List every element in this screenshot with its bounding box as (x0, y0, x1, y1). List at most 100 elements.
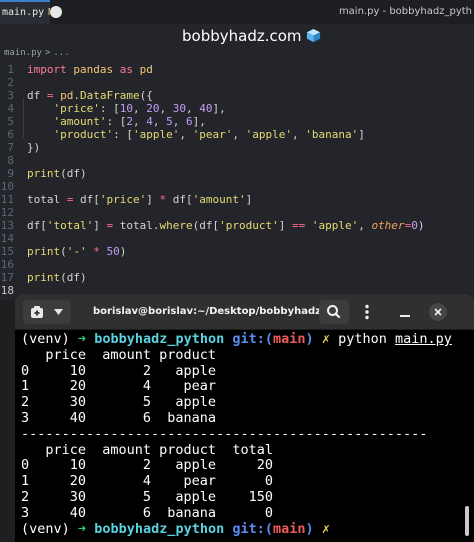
command: python (338, 331, 387, 347)
code-line-15[interactable]: print('-' * 50) (27, 245, 126, 258)
code-line-6[interactable]: 'product': ['apple', 'pear', 'apple', 'b… (27, 128, 365, 141)
minimize-button[interactable] (393, 300, 417, 324)
kebab-menu-icon (365, 304, 369, 320)
string: 'amount' (192, 193, 246, 206)
prompt-arrow-icon: ➜ (77, 331, 87, 347)
function-name: print (27, 167, 61, 180)
string: 'apple' (311, 219, 359, 232)
line-number: 6 (7, 128, 14, 141)
output-row: 3 40 6 banana (21, 409, 217, 426)
prompt-directory: bobbyhadz_python (94, 520, 225, 537)
breadcrumb[interactable]: main.py >... (4, 48, 70, 58)
menu-button[interactable] (353, 300, 381, 324)
operator: == (291, 219, 306, 232)
code-line-13[interactable]: df['total'] = total.where(df['product'] … (27, 219, 424, 232)
output-row: 1 20 4 pear (21, 378, 217, 395)
variable: total (27, 193, 61, 206)
number: 0 (411, 219, 418, 232)
code-text: df[ (80, 193, 100, 206)
terminal-window[interactable]: borislav@borislav:~/Desktop/bobbyhadz_..… (15, 294, 474, 542)
code-text: ] (278, 219, 292, 232)
output-row: 2 30 5 apple (21, 394, 217, 411)
code-text: ) (119, 245, 127, 258)
breadcrumb-separator: > (44, 48, 51, 58)
git-label-close: ) (305, 331, 314, 347)
tab-close-dot-icon[interactable] (50, 6, 62, 18)
breadcrumb-file[interactable]: main.py (4, 48, 42, 58)
operator: = (40, 89, 61, 102)
string: 'total' (46, 219, 94, 232)
window-title: main.py - bobbyhadz_pyth (338, 6, 472, 17)
tab-main-py[interactable]: main.pyM (0, 0, 50, 24)
number: 50 (106, 245, 120, 258)
code-text: total. (113, 219, 160, 232)
punctuation: : [ (106, 115, 127, 128)
output-separator: ----------------------------------------… (21, 425, 428, 442)
string: 'amount' (53, 115, 107, 128)
line-number: 3 (7, 89, 14, 102)
module-alias: pd (139, 63, 153, 76)
close-button[interactable] (429, 303, 447, 321)
string: 'product' (53, 128, 114, 141)
code-text: df[ (166, 193, 193, 206)
string: 'price' (53, 102, 100, 115)
number: 4 (146, 115, 153, 128)
code-line-9[interactable]: print(df) (27, 167, 87, 180)
number: 40 (199, 102, 213, 115)
new-tab-button[interactable] (23, 300, 71, 324)
dirty-marker-icon: ✗ (321, 520, 330, 537)
code-editor: main.pyM main.py - bobbyhadz_pyth main.p… (0, 0, 474, 300)
operator: * (86, 245, 107, 258)
code-text: ] (93, 219, 107, 232)
keyword-argument: other (371, 219, 405, 232)
indent-guide (23, 98, 24, 138)
code-line-11[interactable]: total = df['price'] * df['amount'] (27, 193, 252, 206)
search-icon (327, 305, 341, 319)
code-text: ( (60, 245, 67, 258)
number: 20 (146, 102, 160, 115)
number: 5 (166, 115, 173, 128)
prompt-line: (venv) ➜ bobbyhadz_python git:(main) ✗ (21, 520, 461, 538)
output-header: price amount product total (21, 441, 273, 458)
number: 6 (185, 115, 193, 128)
line-number: 13 (0, 219, 14, 232)
terminal-header-bar[interactable]: borislav@borislav:~/Desktop/bobbyhadz_..… (15, 294, 474, 330)
git-branch: main (273, 520, 306, 537)
line-number: 14 (0, 232, 14, 245)
string: 'pear' (192, 128, 233, 141)
punctuation: : [ (113, 128, 133, 141)
string: 'banana' (305, 128, 359, 141)
argument: (df) (60, 167, 87, 180)
punctuation: : [ (99, 102, 120, 115)
code-text: ] (245, 193, 253, 206)
git-branch: main (273, 331, 306, 347)
line-number: 12 (0, 206, 14, 219)
line-number: 5 (7, 115, 14, 128)
output-header: price amount product (21, 346, 217, 363)
code-line-4[interactable]: 'price': [10, 20, 30, 40], (27, 102, 226, 115)
terminal-scrollbar[interactable] (465, 506, 469, 536)
breadcrumb-trail[interactable]: ... (53, 48, 69, 58)
code-text: (df[ (192, 219, 220, 232)
function-name: where (159, 219, 193, 232)
line-number: 2 (7, 76, 14, 89)
terminal-output[interactable]: (venv) ➜ bobbyhadz_python git:(main) ✗ p… (21, 331, 461, 542)
variable: df (27, 89, 41, 102)
code-line-1[interactable]: import pandas as pd (27, 63, 153, 76)
string: 'price' (99, 193, 147, 206)
search-button[interactable] (319, 300, 349, 324)
git-label-close: ) (305, 520, 314, 537)
code-line-3[interactable]: df = pd.DataFrame({ (27, 89, 153, 102)
output-row: 0 10 2 apple 20 (21, 457, 273, 474)
prompt-line: (venv) ➜ bobbyhadz_python git:(main) ✗ p… (21, 331, 461, 348)
line-number: 4 (7, 102, 14, 115)
string: '-' (66, 245, 87, 258)
string: 'apple' (132, 128, 180, 141)
tab-filename: main.py (2, 7, 45, 18)
line-number: 10 (0, 180, 14, 193)
code-line-7[interactable]: }) (27, 141, 40, 154)
code-line-5[interactable]: 'amount': [2, 4, 5, 6], (27, 115, 206, 128)
code-line-17[interactable]: print(df) (27, 271, 87, 284)
code-text: ) (417, 219, 425, 232)
